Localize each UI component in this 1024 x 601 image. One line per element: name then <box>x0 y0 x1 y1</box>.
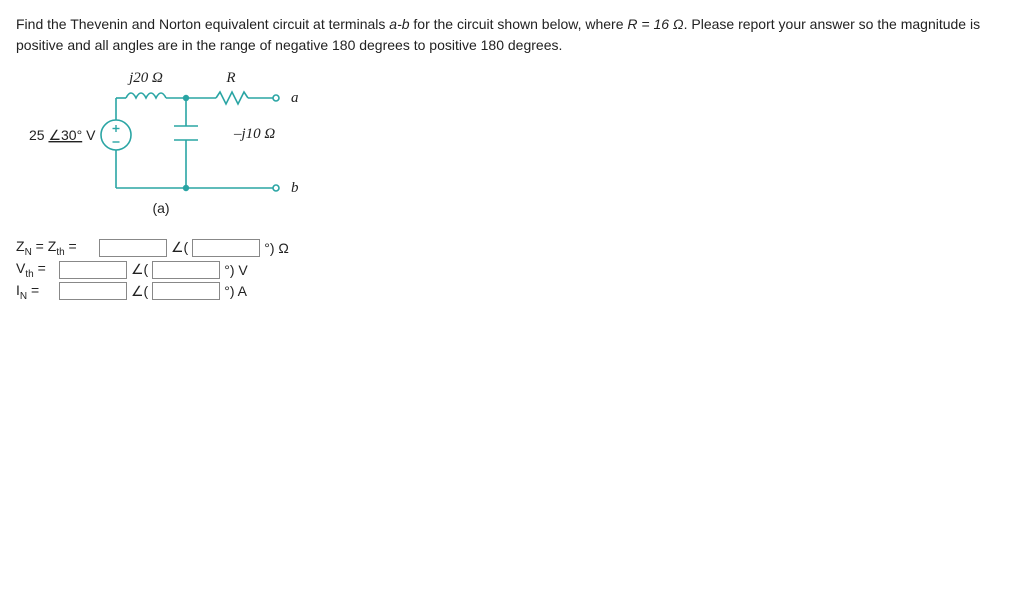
resistor-label: R <box>225 70 235 86</box>
ab-label: a-b <box>389 16 409 32</box>
in-magnitude-input[interactable] <box>59 282 127 300</box>
in-angle-input[interactable] <box>152 282 220 300</box>
circuit-caption: (a) <box>152 200 169 216</box>
zn-zth-label: ZN = Zth = <box>16 238 96 258</box>
zn-zth-magnitude-input[interactable] <box>99 239 167 257</box>
answer-block: ZN = Zth = ∠( °) Ω Vth = ∠( °) V IN = ∠(… <box>16 238 1008 301</box>
terminal-b-label: b <box>291 180 299 196</box>
r-expr: R = 16 Ω <box>627 16 683 32</box>
angle-open: ∠( <box>170 239 189 256</box>
problem-mid: for the circuit shown below, where <box>410 16 628 32</box>
angle-open: ∠( <box>130 261 149 278</box>
vth-unit: °) V <box>223 262 248 278</box>
vth-magnitude-input[interactable] <box>59 261 127 279</box>
zn-zth-angle-input[interactable] <box>192 239 260 257</box>
problem-prefix: Find the Thevenin and Norton equivalent … <box>16 16 389 32</box>
vth-row: Vth = ∠( °) V <box>16 260 1008 280</box>
inductor-label: j20 Ω <box>127 70 163 86</box>
capacitor-label: –j10 Ω <box>233 126 275 142</box>
vth-label: Vth = <box>16 260 56 280</box>
terminal-a-label: a <box>291 90 299 106</box>
circuit-diagram: j20 Ω R –j10 Ω 25 ∠30° V a b (a) <box>6 68 316 228</box>
source-label: 25 ∠30° V <box>29 127 96 143</box>
angle-open: ∠( <box>130 283 149 300</box>
problem-text: Find the Thevenin and Norton equivalent … <box>16 14 1008 56</box>
zn-zth-row: ZN = Zth = ∠( °) Ω <box>16 238 1008 258</box>
vth-angle-input[interactable] <box>152 261 220 279</box>
in-unit: °) A <box>223 283 247 299</box>
zn-zth-unit: °) Ω <box>263 240 289 256</box>
in-row: IN = ∠( °) A <box>16 282 1008 302</box>
in-label: IN = <box>16 282 56 302</box>
